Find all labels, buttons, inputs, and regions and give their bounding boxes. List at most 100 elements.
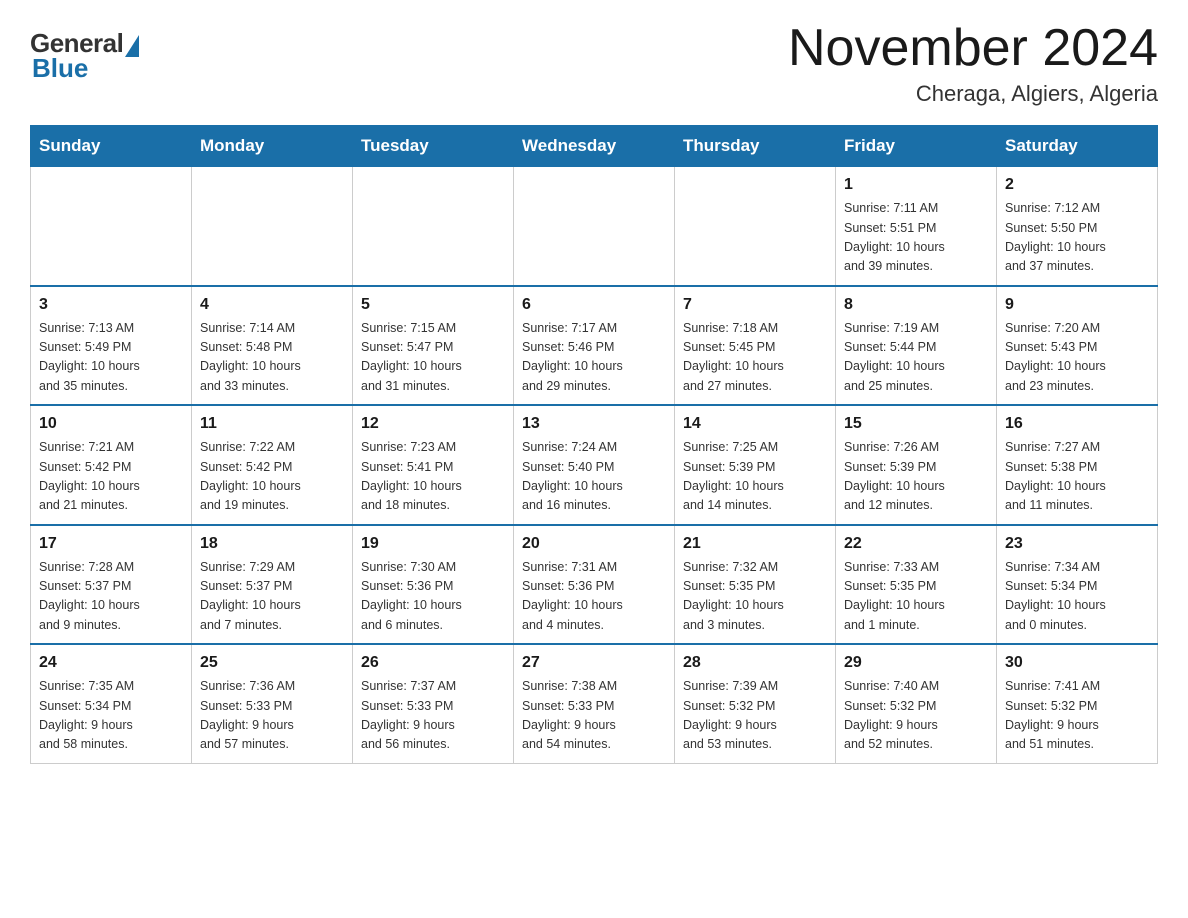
day-number: 5 <box>361 293 505 317</box>
day-info: Sunrise: 7:11 AM Sunset: 5:51 PM Dayligh… <box>844 199 988 277</box>
table-row: 10Sunrise: 7:21 AM Sunset: 5:42 PM Dayli… <box>31 405 192 525</box>
day-info: Sunrise: 7:30 AM Sunset: 5:36 PM Dayligh… <box>361 558 505 636</box>
day-info: Sunrise: 7:31 AM Sunset: 5:36 PM Dayligh… <box>522 558 666 636</box>
day-number: 2 <box>1005 173 1149 197</box>
table-row: 17Sunrise: 7:28 AM Sunset: 5:37 PM Dayli… <box>31 525 192 645</box>
table-row: 9Sunrise: 7:20 AM Sunset: 5:43 PM Daylig… <box>997 286 1158 406</box>
day-info: Sunrise: 7:34 AM Sunset: 5:34 PM Dayligh… <box>1005 558 1149 636</box>
day-number: 26 <box>361 651 505 675</box>
day-number: 7 <box>683 293 827 317</box>
calendar-week-row: 3Sunrise: 7:13 AM Sunset: 5:49 PM Daylig… <box>31 286 1158 406</box>
day-info: Sunrise: 7:14 AM Sunset: 5:48 PM Dayligh… <box>200 319 344 397</box>
table-row: 8Sunrise: 7:19 AM Sunset: 5:44 PM Daylig… <box>836 286 997 406</box>
day-number: 17 <box>39 532 183 556</box>
table-row <box>514 167 675 286</box>
calendar-table: Sunday Monday Tuesday Wednesday Thursday… <box>30 125 1158 764</box>
table-row <box>31 167 192 286</box>
table-row: 30Sunrise: 7:41 AM Sunset: 5:32 PM Dayli… <box>997 644 1158 763</box>
day-info: Sunrise: 7:19 AM Sunset: 5:44 PM Dayligh… <box>844 319 988 397</box>
day-info: Sunrise: 7:18 AM Sunset: 5:45 PM Dayligh… <box>683 319 827 397</box>
day-number: 6 <box>522 293 666 317</box>
table-row: 20Sunrise: 7:31 AM Sunset: 5:36 PM Dayli… <box>514 525 675 645</box>
table-row: 22Sunrise: 7:33 AM Sunset: 5:35 PM Dayli… <box>836 525 997 645</box>
day-number: 21 <box>683 532 827 556</box>
calendar-week-row: 24Sunrise: 7:35 AM Sunset: 5:34 PM Dayli… <box>31 644 1158 763</box>
day-info: Sunrise: 7:12 AM Sunset: 5:50 PM Dayligh… <box>1005 199 1149 277</box>
table-row <box>675 167 836 286</box>
page-header: General Blue November 2024 Cheraga, Algi… <box>30 20 1158 107</box>
day-info: Sunrise: 7:21 AM Sunset: 5:42 PM Dayligh… <box>39 438 183 516</box>
day-number: 25 <box>200 651 344 675</box>
day-info: Sunrise: 7:17 AM Sunset: 5:46 PM Dayligh… <box>522 319 666 397</box>
table-row: 16Sunrise: 7:27 AM Sunset: 5:38 PM Dayli… <box>997 405 1158 525</box>
day-info: Sunrise: 7:13 AM Sunset: 5:49 PM Dayligh… <box>39 319 183 397</box>
table-row: 13Sunrise: 7:24 AM Sunset: 5:40 PM Dayli… <box>514 405 675 525</box>
day-number: 30 <box>1005 651 1149 675</box>
calendar-subtitle: Cheraga, Algiers, Algeria <box>788 81 1158 107</box>
day-info: Sunrise: 7:25 AM Sunset: 5:39 PM Dayligh… <box>683 438 827 516</box>
day-info: Sunrise: 7:32 AM Sunset: 5:35 PM Dayligh… <box>683 558 827 636</box>
header-wednesday: Wednesday <box>514 126 675 167</box>
day-number: 4 <box>200 293 344 317</box>
day-number: 29 <box>844 651 988 675</box>
table-row: 7Sunrise: 7:18 AM Sunset: 5:45 PM Daylig… <box>675 286 836 406</box>
header-tuesday: Tuesday <box>353 126 514 167</box>
day-info: Sunrise: 7:22 AM Sunset: 5:42 PM Dayligh… <box>200 438 344 516</box>
day-number: 16 <box>1005 412 1149 436</box>
day-number: 10 <box>39 412 183 436</box>
header-friday: Friday <box>836 126 997 167</box>
table-row: 1Sunrise: 7:11 AM Sunset: 5:51 PM Daylig… <box>836 167 997 286</box>
table-row: 15Sunrise: 7:26 AM Sunset: 5:39 PM Dayli… <box>836 405 997 525</box>
day-info: Sunrise: 7:20 AM Sunset: 5:43 PM Dayligh… <box>1005 319 1149 397</box>
day-info: Sunrise: 7:27 AM Sunset: 5:38 PM Dayligh… <box>1005 438 1149 516</box>
day-number: 18 <box>200 532 344 556</box>
table-row: 12Sunrise: 7:23 AM Sunset: 5:41 PM Dayli… <box>353 405 514 525</box>
table-row: 5Sunrise: 7:15 AM Sunset: 5:47 PM Daylig… <box>353 286 514 406</box>
day-number: 24 <box>39 651 183 675</box>
day-number: 22 <box>844 532 988 556</box>
day-info: Sunrise: 7:39 AM Sunset: 5:32 PM Dayligh… <box>683 677 827 755</box>
table-row <box>192 167 353 286</box>
table-row: 11Sunrise: 7:22 AM Sunset: 5:42 PM Dayli… <box>192 405 353 525</box>
day-number: 20 <box>522 532 666 556</box>
table-row: 26Sunrise: 7:37 AM Sunset: 5:33 PM Dayli… <box>353 644 514 763</box>
day-number: 8 <box>844 293 988 317</box>
day-number: 28 <box>683 651 827 675</box>
day-number: 3 <box>39 293 183 317</box>
table-row: 3Sunrise: 7:13 AM Sunset: 5:49 PM Daylig… <box>31 286 192 406</box>
calendar-week-row: 1Sunrise: 7:11 AM Sunset: 5:51 PM Daylig… <box>31 167 1158 286</box>
day-info: Sunrise: 7:36 AM Sunset: 5:33 PM Dayligh… <box>200 677 344 755</box>
day-info: Sunrise: 7:24 AM Sunset: 5:40 PM Dayligh… <box>522 438 666 516</box>
table-row: 24Sunrise: 7:35 AM Sunset: 5:34 PM Dayli… <box>31 644 192 763</box>
table-row: 19Sunrise: 7:30 AM Sunset: 5:36 PM Dayli… <box>353 525 514 645</box>
day-number: 23 <box>1005 532 1149 556</box>
day-number: 15 <box>844 412 988 436</box>
day-number: 11 <box>200 412 344 436</box>
day-number: 27 <box>522 651 666 675</box>
table-row: 18Sunrise: 7:29 AM Sunset: 5:37 PM Dayli… <box>192 525 353 645</box>
day-info: Sunrise: 7:33 AM Sunset: 5:35 PM Dayligh… <box>844 558 988 636</box>
day-info: Sunrise: 7:35 AM Sunset: 5:34 PM Dayligh… <box>39 677 183 755</box>
header-saturday: Saturday <box>997 126 1158 167</box>
day-number: 12 <box>361 412 505 436</box>
table-row: 14Sunrise: 7:25 AM Sunset: 5:39 PM Dayli… <box>675 405 836 525</box>
table-row: 4Sunrise: 7:14 AM Sunset: 5:48 PM Daylig… <box>192 286 353 406</box>
day-number: 9 <box>1005 293 1149 317</box>
calendar-header-row: Sunday Monday Tuesday Wednesday Thursday… <box>31 126 1158 167</box>
table-row: 6Sunrise: 7:17 AM Sunset: 5:46 PM Daylig… <box>514 286 675 406</box>
header-sunday: Sunday <box>31 126 192 167</box>
day-info: Sunrise: 7:15 AM Sunset: 5:47 PM Dayligh… <box>361 319 505 397</box>
day-number: 19 <box>361 532 505 556</box>
table-row: 23Sunrise: 7:34 AM Sunset: 5:34 PM Dayli… <box>997 525 1158 645</box>
logo: General Blue <box>30 20 139 84</box>
table-row <box>353 167 514 286</box>
logo-blue-text: Blue <box>32 53 88 84</box>
day-info: Sunrise: 7:38 AM Sunset: 5:33 PM Dayligh… <box>522 677 666 755</box>
table-row: 2Sunrise: 7:12 AM Sunset: 5:50 PM Daylig… <box>997 167 1158 286</box>
calendar-title: November 2024 <box>788 20 1158 77</box>
table-row: 28Sunrise: 7:39 AM Sunset: 5:32 PM Dayli… <box>675 644 836 763</box>
title-section: November 2024 Cheraga, Algiers, Algeria <box>788 20 1158 107</box>
day-number: 1 <box>844 173 988 197</box>
table-row: 25Sunrise: 7:36 AM Sunset: 5:33 PM Dayli… <box>192 644 353 763</box>
day-info: Sunrise: 7:23 AM Sunset: 5:41 PM Dayligh… <box>361 438 505 516</box>
